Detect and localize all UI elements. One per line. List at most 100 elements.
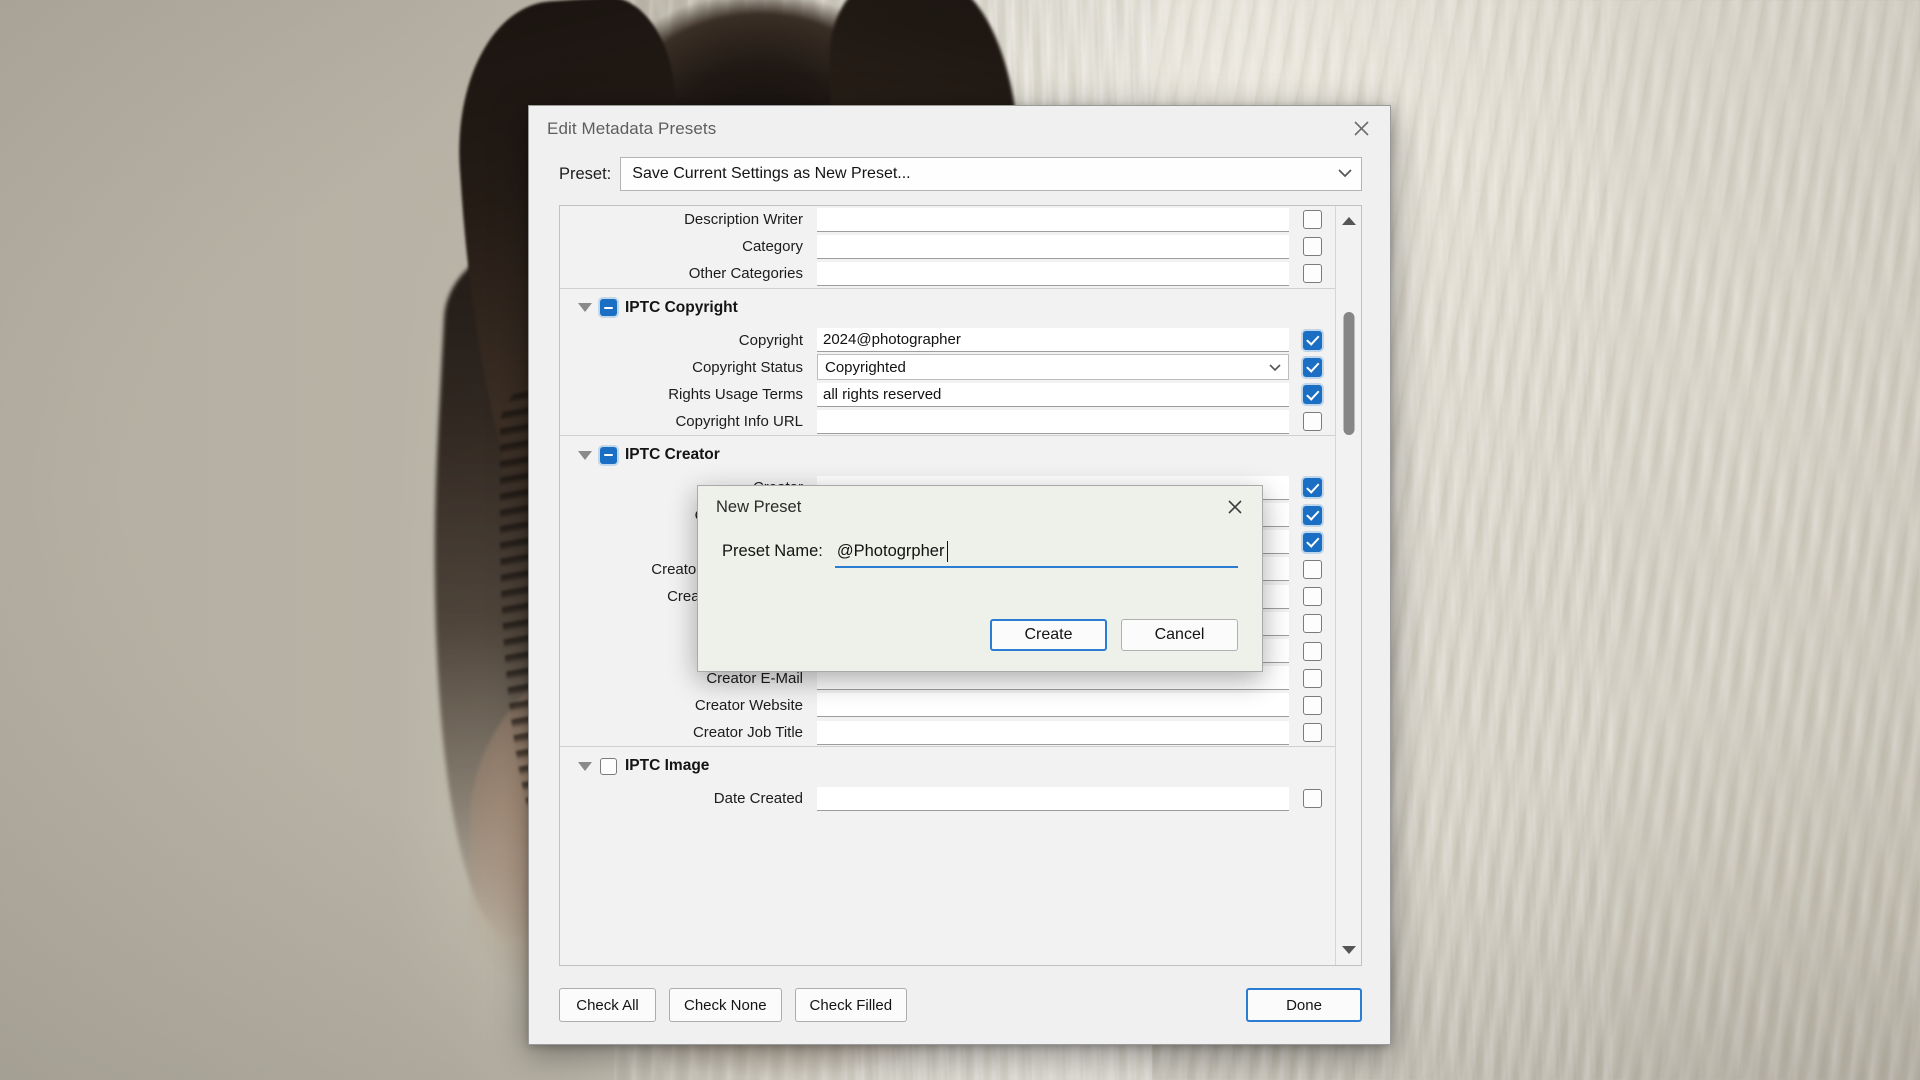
field-checkbox-unchecked[interactable] [1302, 237, 1322, 257]
triangle-collapse-icon[interactable] [578, 761, 592, 771]
scroll-down-arrow-icon[interactable] [1338, 939, 1360, 961]
field-checkbox-checked[interactable] [1302, 532, 1322, 552]
field-text-input[interactable] [817, 693, 1289, 718]
metadata-field-row: Creator Job Title [560, 719, 1335, 746]
field-checkbox-cell [1289, 210, 1335, 230]
vertical-scrollbar[interactable] [1335, 206, 1361, 965]
new-preset-footer: Create Cancel [698, 609, 1262, 671]
field-text-input[interactable] [817, 328, 1289, 353]
preset-dropdown-value: Save Current Settings as New Preset... [632, 165, 911, 182]
field-checkbox-cell [1289, 412, 1335, 432]
section-checkbox-partial[interactable] [600, 299, 617, 317]
check-filled-button[interactable]: Check Filled [794, 988, 908, 1022]
field-checkbox-checked[interactable] [1302, 385, 1322, 405]
metadata-field-row: Creator Website [560, 692, 1335, 719]
field-checkbox-cell [1289, 789, 1335, 809]
field-label: Creator Job Title [692, 724, 803, 742]
field-checkbox-cell [1289, 237, 1335, 257]
field-checkbox-checked[interactable] [1302, 357, 1322, 377]
dialog-titlebar[interactable]: Edit Metadata Presets [529, 106, 1390, 151]
dialog-title: Edit Metadata Presets [547, 118, 717, 138]
preset-label: Preset: [559, 164, 612, 183]
field-text-input[interactable] [817, 720, 1289, 745]
field-checkbox-unchecked[interactable] [1302, 641, 1322, 661]
chevron-down-icon [1268, 359, 1282, 376]
field-text-input[interactable] [817, 786, 1289, 811]
field-text-input[interactable] [817, 409, 1289, 434]
field-label: Copyright Info URL [675, 413, 803, 431]
metadata-field-row: Description Writer [560, 206, 1335, 233]
field-text-input[interactable] [817, 207, 1289, 232]
field-label: Creator Website [694, 696, 803, 714]
close-icon[interactable] [1338, 109, 1384, 149]
field-checkbox-cell [1289, 264, 1335, 284]
field-checkbox-cell [1289, 587, 1335, 607]
field-checkbox-cell [1289, 614, 1335, 634]
cancel-button[interactable]: Cancel [1121, 619, 1238, 651]
field-checkbox-cell [1289, 532, 1335, 552]
section-header-iptc-image: IPTC Image [560, 747, 1335, 785]
field-checkbox-unchecked[interactable] [1302, 668, 1322, 688]
scrollbar-track-space[interactable] [1336, 232, 1361, 939]
field-label: Other Categories [688, 265, 803, 283]
field-checkbox-cell [1289, 695, 1335, 715]
field-checkbox-checked[interactable] [1302, 478, 1322, 498]
preset-row: Preset: Save Current Settings as New Pre… [529, 151, 1390, 205]
metadata-field-row: Other Categories [560, 260, 1335, 287]
field-checkbox-unchecked[interactable] [1302, 614, 1322, 634]
new-preset-body: Preset Name: [698, 528, 1262, 609]
dialog-footer: Check All Check None Check Filled Done [529, 966, 1390, 1044]
section-title: IPTC Copyright [625, 298, 738, 316]
field-text-input[interactable] [817, 261, 1289, 286]
section-title: IPTC Image [625, 757, 710, 775]
metadata-field-row: Copyright Info URL [560, 408, 1335, 435]
metadata-field-row: Rights Usage Terms [560, 381, 1335, 408]
metadata-section-iptc-copyright: IPTC CopyrightCopyrightCopyright StatusC… [560, 287, 1335, 436]
field-label: Category [742, 238, 803, 256]
new-preset-title: New Preset [716, 497, 802, 516]
section-checkbox-unchecked[interactable] [600, 757, 617, 775]
check-all-button[interactable]: Check All [559, 988, 656, 1022]
field-checkbox-unchecked[interactable] [1302, 210, 1322, 230]
section-header-iptc-copyright: IPTC Copyright [560, 289, 1335, 327]
field-checkbox-unchecked[interactable] [1302, 695, 1322, 715]
metadata-field-row: Copyright [560, 327, 1335, 354]
metadata-section-iptc-image: IPTC Image Date Created [560, 746, 1335, 812]
field-checkbox-unchecked[interactable] [1302, 264, 1322, 284]
done-button[interactable]: Done [1246, 988, 1362, 1022]
field-checkbox-unchecked[interactable] [1302, 723, 1322, 743]
triangle-collapse-icon[interactable] [578, 303, 592, 313]
scroll-up-arrow-icon[interactable] [1338, 210, 1360, 232]
preset-name-label: Preset Name: [722, 542, 823, 560]
field-checkbox-unchecked[interactable] [1302, 587, 1322, 607]
field-checkbox-cell [1289, 330, 1335, 350]
field-checkbox-cell [1289, 723, 1335, 743]
field-checkbox-cell [1289, 559, 1335, 579]
field-checkbox-cell [1289, 505, 1335, 525]
field-checkbox-unchecked[interactable] [1302, 789, 1322, 809]
field-checkbox-cell [1289, 357, 1335, 377]
field-dropdown[interactable]: Copyrighted [817, 354, 1289, 381]
scrollbar-thumb[interactable] [1343, 312, 1354, 435]
field-checkbox-unchecked[interactable] [1302, 412, 1322, 432]
chevron-down-icon [1337, 165, 1353, 183]
triangle-collapse-icon[interactable] [578, 450, 592, 460]
field-checkbox-cell [1289, 478, 1335, 498]
field-checkbox-cell [1289, 668, 1335, 688]
field-text-input[interactable] [817, 234, 1289, 259]
field-text-input[interactable] [817, 382, 1289, 407]
field-dropdown-value: Copyrighted [825, 358, 906, 376]
section-checkbox-partial[interactable] [600, 446, 617, 464]
field-checkbox-unchecked[interactable] [1302, 559, 1322, 579]
metadata-field-row: Category [560, 233, 1335, 260]
text-cursor [946, 541, 949, 562]
field-label: Creator E-Mail [706, 669, 803, 687]
field-checkbox-checked[interactable] [1302, 505, 1322, 525]
preset-name-input[interactable] [834, 538, 1238, 568]
preset-dropdown[interactable]: Save Current Settings as New Preset... [620, 157, 1362, 191]
close-icon[interactable] [1212, 487, 1258, 527]
new-preset-titlebar[interactable]: New Preset [698, 486, 1262, 528]
check-none-button[interactable]: Check None [669, 988, 782, 1022]
field-checkbox-checked[interactable] [1302, 330, 1322, 350]
create-button[interactable]: Create [990, 619, 1107, 651]
